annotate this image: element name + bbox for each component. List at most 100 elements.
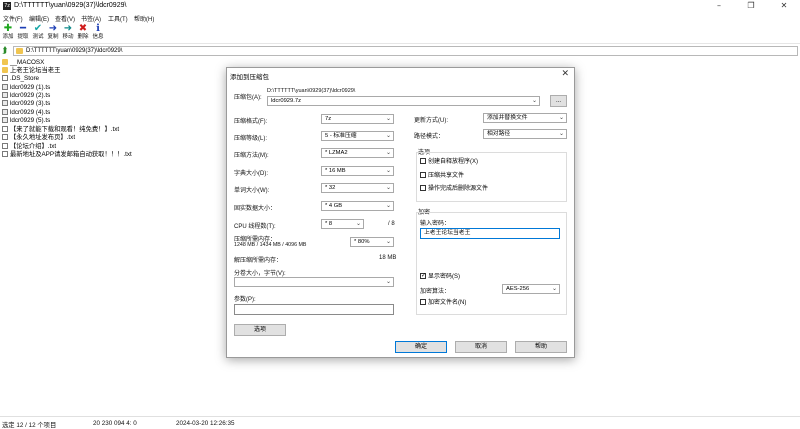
list-item[interactable]: 【论坛介绍】.txt bbox=[2, 143, 56, 151]
mem-select[interactable]: * 80% ⌄ bbox=[350, 237, 394, 247]
password-label: 输入密码： bbox=[420, 221, 451, 227]
show-password-checkbox[interactable]: 显示密码(S) bbox=[420, 272, 460, 281]
sfx-checkbox[interactable]: 创建自释放程序(X) bbox=[420, 158, 478, 166]
list-item[interactable]: ldcr0929 (2).ts bbox=[2, 92, 50, 100]
close-icon[interactable]: ✕ bbox=[561, 69, 569, 79]
list-item[interactable]: 【来了就能下载和观看！纯免费！】.txt bbox=[2, 126, 119, 134]
decomp-label: 解压缩所需内存： bbox=[234, 258, 283, 264]
extract-button[interactable]: ━ 提取 bbox=[16, 24, 30, 43]
enc-method-select[interactable]: AES-256 ⌄ bbox=[502, 284, 560, 294]
address-bar: ⮭ D:\TTTTTT\yuan\0929(37)\ldcr0929\ bbox=[0, 46, 800, 57]
solid-select[interactable]: * 4 GB ⌄ bbox=[321, 201, 394, 211]
chevron-down-icon: ⌄ bbox=[385, 149, 391, 156]
delete-after-checkbox[interactable]: 操作完成后删除源文件 bbox=[420, 185, 488, 193]
method-select[interactable]: * LZMA2 ⌄ bbox=[321, 148, 394, 158]
add-button[interactable]: ✚ 添加 bbox=[1, 24, 15, 43]
video-file-icon bbox=[2, 100, 8, 106]
copy-label: 复制 bbox=[47, 34, 59, 40]
menu-view[interactable]: 查看(V) bbox=[55, 14, 75, 23]
sfx-label: 创建自释放程序(X) bbox=[428, 159, 478, 165]
shared-label: 压缩共享文件 bbox=[428, 173, 465, 179]
list-item[interactable]: __MACOSX bbox=[2, 59, 44, 67]
level-select[interactable]: 5 - 标准压缩 ⌄ bbox=[321, 131, 394, 141]
delete-button[interactable]: ✖ 删除 bbox=[76, 24, 90, 43]
chevron-down-icon: ⌄ bbox=[385, 115, 391, 122]
menu-tools[interactable]: 工具(T) bbox=[108, 14, 128, 23]
shared-checkbox[interactable]: 压缩共享文件 bbox=[420, 172, 464, 180]
delete-after-label: 操作完成后删除源文件 bbox=[428, 186, 489, 192]
dict-select[interactable]: * 16 MB ⌄ bbox=[321, 166, 394, 176]
browse-button[interactable]: ... bbox=[550, 95, 567, 107]
up-folder-icon[interactable]: ⮭ bbox=[2, 46, 11, 56]
copy-button[interactable]: ➜ 复制 bbox=[46, 24, 60, 43]
status-size: 20 230 094 4: 0 bbox=[93, 420, 137, 427]
test-icon: ✔ bbox=[33, 23, 43, 34]
cancel-button[interactable]: 取消 bbox=[455, 341, 507, 353]
update-select[interactable]: 添加并替换文件 ⌄ bbox=[483, 113, 567, 123]
list-item[interactable]: 上老王论坛当老王 bbox=[2, 67, 60, 75]
format-select[interactable]: 7z ⌄ bbox=[321, 114, 394, 124]
cpu-select[interactable]: * 8 ⌄ bbox=[321, 219, 364, 229]
address-input[interactable]: D:\TTTTTT\yuan\0929(37)\ldcr0929\ bbox=[13, 46, 798, 56]
method-value: * LZMA2 bbox=[325, 150, 348, 156]
ok-button[interactable]: 确定 bbox=[395, 341, 447, 353]
help-button[interactable]: 帮助 bbox=[515, 341, 567, 353]
extract-label: 提取 bbox=[17, 34, 29, 40]
window-title: D:\TTTTTT\yuan\0929(37)\ldcr0929\ bbox=[14, 2, 127, 9]
menu-help[interactable]: 帮助(H) bbox=[134, 14, 154, 23]
split-label: 分卷大小，字节(V): bbox=[234, 271, 286, 277]
word-select[interactable]: * 32 ⌄ bbox=[321, 183, 394, 193]
split-select[interactable]: ⌄ bbox=[234, 277, 394, 287]
video-file-icon bbox=[2, 117, 8, 123]
chevron-down-icon: ⌄ bbox=[385, 278, 391, 285]
close-icon[interactable]: ✕ bbox=[770, 1, 798, 11]
list-item[interactable]: 最新地址及APP请发邮箱自动获取！！！.txt bbox=[2, 151, 132, 159]
info-label: 信息 bbox=[92, 34, 104, 40]
minimize-icon[interactable]: – bbox=[705, 1, 733, 11]
move-button[interactable]: ➜ 移动 bbox=[61, 24, 75, 43]
menu-edit[interactable]: 编辑(E) bbox=[29, 14, 49, 23]
level-label: 压缩等级(L): bbox=[234, 136, 268, 142]
params-label: 参数(P): bbox=[234, 297, 256, 303]
list-item[interactable]: ldcr0929 (4).ts bbox=[2, 109, 50, 117]
solid-value: * 4 GB bbox=[325, 203, 343, 209]
move-icon: ➜ bbox=[63, 23, 73, 34]
password-input[interactable]: 上老王论坛当老王 bbox=[420, 228, 560, 239]
delete-label: 删除 bbox=[77, 34, 89, 40]
folder-icon bbox=[2, 67, 8, 73]
add-icon: ✚ bbox=[3, 23, 13, 34]
file-name: 最新地址及APP请发邮箱自动获取！！！.txt bbox=[10, 151, 132, 158]
text-file-icon bbox=[2, 151, 8, 157]
encrypt-names-checkbox[interactable]: 加密文件名(N) bbox=[420, 299, 466, 307]
chevron-down-icon: ⌄ bbox=[558, 130, 564, 137]
list-item[interactable]: ldcr0929 (3).ts bbox=[2, 100, 50, 108]
archive-label: 压缩包(A): bbox=[234, 95, 262, 101]
archive-name-combo[interactable]: ldcr0929.7z ⌄ bbox=[267, 96, 540, 106]
options-button[interactable]: 选项 bbox=[234, 324, 286, 336]
list-item[interactable]: ldcr0929 (5).ts bbox=[2, 117, 50, 125]
solid-label: 固实数据大小： bbox=[234, 206, 277, 212]
file-name: .DS_Store bbox=[10, 75, 40, 82]
text-file-icon bbox=[2, 134, 8, 140]
delete-icon: ✖ bbox=[78, 23, 88, 34]
video-file-icon bbox=[2, 92, 8, 98]
password-value: 上老王论坛当老王 bbox=[424, 230, 471, 236]
path-label: 路径模式： bbox=[414, 134, 445, 140]
update-value: 添加并替换文件 bbox=[487, 115, 528, 121]
info-button[interactable]: ℹ 信息 bbox=[91, 24, 105, 43]
path-select[interactable]: 相对路径 ⌄ bbox=[483, 129, 567, 139]
menu-file[interactable]: 文件(F) bbox=[3, 14, 23, 23]
info-icon: ℹ bbox=[96, 23, 100, 34]
word-label: 单词大小(W): bbox=[234, 188, 270, 194]
show-password-label: 显示密码(S) bbox=[428, 274, 460, 280]
chevron-down-icon: ⌄ bbox=[531, 97, 537, 104]
list-item[interactable]: .DS_Store bbox=[2, 75, 39, 83]
params-input[interactable] bbox=[234, 304, 394, 315]
list-item[interactable]: 【永久地址发布页】.txt bbox=[2, 134, 75, 142]
list-item[interactable]: ldcr0929 (1).ts bbox=[2, 84, 50, 92]
menu-bookmarks[interactable]: 书签(A) bbox=[81, 14, 101, 23]
cpu-total: / 8 bbox=[388, 221, 395, 227]
test-button[interactable]: ✔ 测试 bbox=[31, 24, 45, 43]
maximize-icon[interactable]: ❐ bbox=[737, 1, 765, 11]
archive-name-value: ldcr0929.7z bbox=[271, 98, 301, 104]
